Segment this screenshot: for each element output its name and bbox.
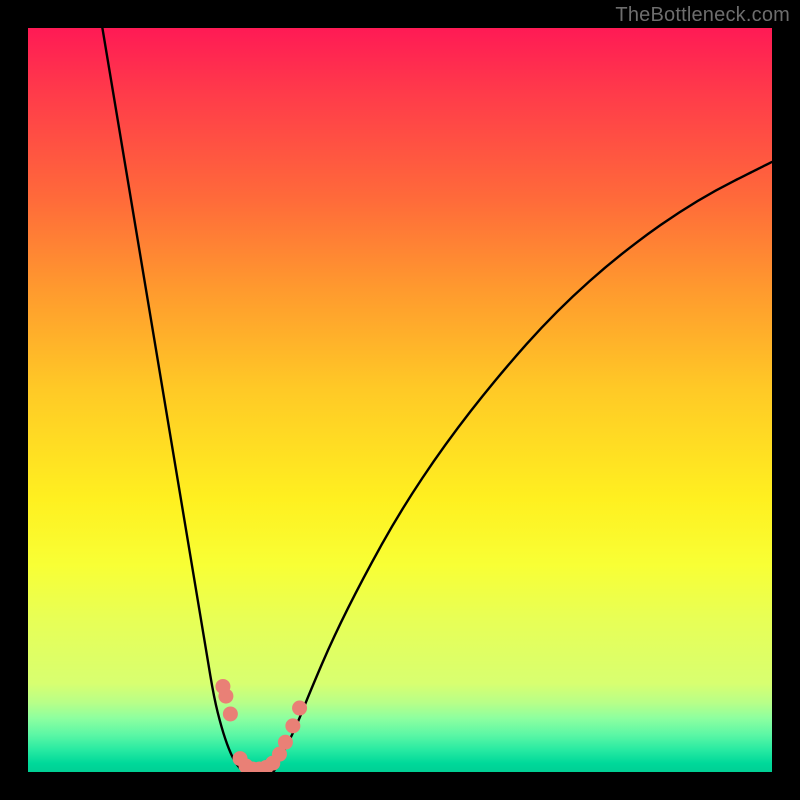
watermark-text: TheBottleneck.com — [615, 4, 790, 27]
curves — [102, 28, 772, 772]
plot-area — [28, 28, 772, 772]
marker-point — [285, 718, 300, 733]
chart-overlay — [28, 28, 772, 772]
marker-point — [218, 689, 233, 704]
marker-point — [278, 735, 293, 750]
markers — [215, 679, 307, 772]
marker-point — [292, 701, 307, 716]
series-left-curve — [102, 28, 243, 772]
chart-frame: TheBottleneck.com — [0, 0, 800, 800]
marker-point — [223, 706, 238, 721]
series-right-curve — [274, 162, 772, 772]
